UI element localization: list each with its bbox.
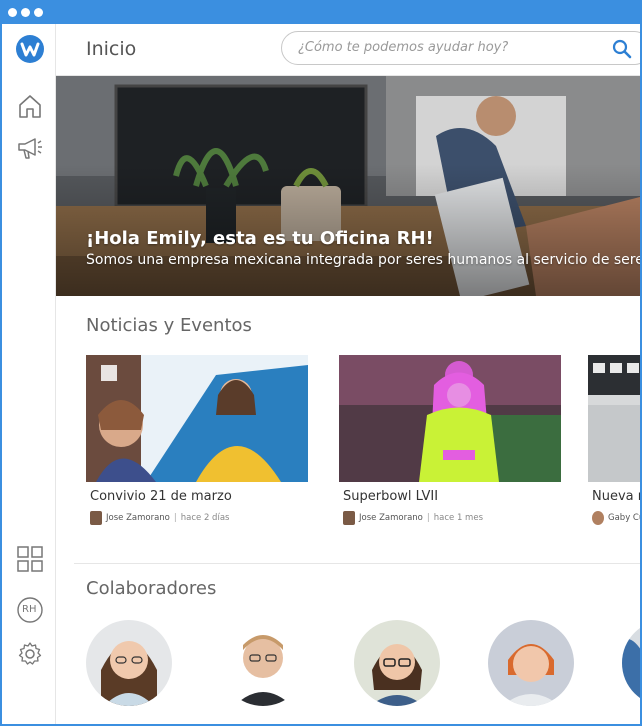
grid-icon[interactable] xyxy=(16,545,44,573)
megaphone-icon[interactable] xyxy=(16,134,44,162)
author-name[interactable]: Jose Zamorano xyxy=(359,513,423,523)
news-card-image[interactable] xyxy=(86,355,308,482)
news-card[interactable]: Nueva re Gaby Cue xyxy=(588,355,640,525)
rh-icon[interactable]: RH xyxy=(16,596,44,624)
post-time: hace 2 días xyxy=(180,513,230,523)
collaborator-avatar[interactable] xyxy=(488,620,574,706)
app-window: RH Inicio ¿Cómo te podemos ayudar hoy? ¡… xyxy=(0,0,642,726)
hero-title: ¡Hola Emily, esta es tu Oficina RH! xyxy=(86,228,434,249)
top-header: Inicio ¿Cómo te podemos ayudar hoy? xyxy=(56,24,640,76)
author-avatar xyxy=(592,511,604,525)
post-time: hace 1 mes xyxy=(433,513,483,523)
hero-banner: ¡Hola Emily, esta es tu Oficina RH! Somo… xyxy=(56,76,642,296)
author-avatar xyxy=(343,511,355,525)
hero-subtitle: Somos una empresa mexicana integrada por… xyxy=(86,252,642,268)
author-name[interactable]: Gaby Cue xyxy=(608,513,640,523)
section-divider xyxy=(74,563,640,564)
gear-icon[interactable] xyxy=(16,640,44,668)
author-name[interactable]: Jose Zamorano xyxy=(106,513,170,523)
collaborator-avatar[interactable] xyxy=(622,620,640,706)
collaborator-avatar[interactable] xyxy=(86,620,172,706)
window-dot[interactable] xyxy=(21,8,30,17)
page-title: Inicio xyxy=(86,38,137,60)
search-icon[interactable] xyxy=(612,39,632,59)
sidebar: RH xyxy=(2,24,56,724)
search-placeholder: ¿Cómo te podemos ayudar hoy? xyxy=(298,40,509,55)
window-dot[interactable] xyxy=(34,8,43,17)
news-card-title[interactable]: Nueva re xyxy=(592,489,640,504)
news-card-meta: Gaby Cue xyxy=(592,511,640,525)
news-card-image[interactable] xyxy=(588,355,640,482)
collaborator-avatar[interactable] xyxy=(220,620,306,706)
window-titlebar xyxy=(2,0,640,24)
brand-logo-icon[interactable] xyxy=(16,35,44,63)
rh-icon-label: RH xyxy=(22,604,37,615)
meta-separator: | xyxy=(426,513,430,523)
news-card-title[interactable]: Superbowl LVII xyxy=(343,489,438,504)
search-input[interactable]: ¿Cómo te podemos ayudar hoy? xyxy=(281,31,640,65)
news-card-meta: Jose Zamorano | hace 1 mes xyxy=(343,511,483,525)
news-card-title[interactable]: Convivio 21 de marzo xyxy=(90,489,232,504)
news-card[interactable]: Superbowl LVII Jose Zamorano | hace 1 me… xyxy=(339,355,561,525)
news-section-title: Noticias y Eventos xyxy=(86,315,252,336)
news-card-meta: Jose Zamorano | hace 2 días xyxy=(90,511,229,525)
collaborators-section-title: Colaboradores xyxy=(86,578,217,599)
news-card[interactable]: Convivio 21 de marzo Jose Zamorano | hac… xyxy=(86,355,308,525)
home-icon[interactable] xyxy=(16,92,44,120)
author-avatar xyxy=(90,511,102,525)
window-dot[interactable] xyxy=(8,8,17,17)
news-card-image[interactable] xyxy=(339,355,561,482)
meta-separator: | xyxy=(173,513,177,523)
collaborator-avatar[interactable] xyxy=(354,620,440,706)
